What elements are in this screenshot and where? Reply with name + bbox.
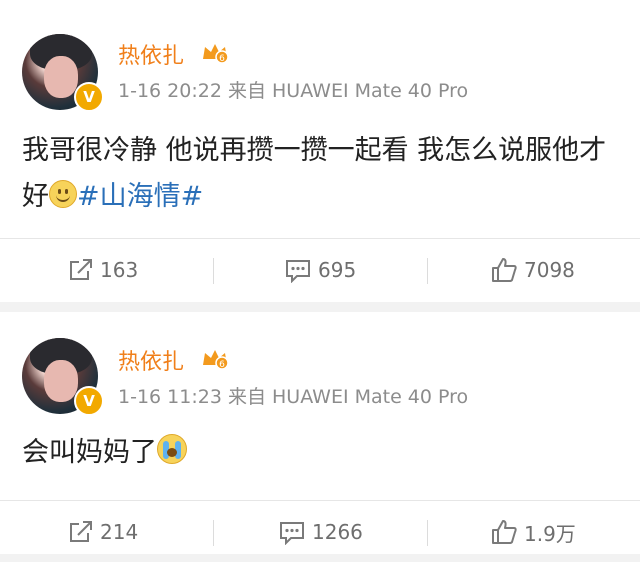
verified-badge-icon: V — [74, 82, 104, 112]
post-source: 来自 HUAWEI Mate 40 Pro — [227, 80, 469, 102]
svg-text:6: 6 — [219, 360, 225, 370]
separator — [213, 258, 214, 284]
author-name[interactable]: 热依扎 — [118, 344, 184, 376]
like-count: 7098 — [524, 258, 575, 282]
smile-emoji-icon — [49, 180, 77, 208]
weibo-post-2: V 热依扎 6 1-16 11:23 来自 HUAWEI Mate 40 Pro… — [0, 312, 640, 554]
post-meta: 1-16 20:22 来自 HUAWEI Mate 40 Pro — [118, 76, 468, 103]
author-name[interactable]: 热依扎 — [118, 38, 184, 70]
like-count: 1.9万 — [524, 521, 576, 546]
post-meta: 1-16 11:23 来自 HUAWEI Mate 40 Pro — [118, 382, 468, 409]
separator — [427, 258, 428, 284]
like-icon — [492, 520, 517, 544]
divider — [0, 238, 640, 239]
crown-badge-icon: 6 — [203, 44, 229, 64]
repost-icon — [70, 259, 92, 280]
comment-count: 1266 — [312, 520, 363, 544]
like-button[interactable]: 7098 — [490, 240, 575, 300]
repost-count: 214 — [100, 520, 139, 544]
like-icon — [492, 258, 517, 282]
post-text: 我哥很冷静 他说再攒一攒一起看 我怎么说服他才好 #山海情# — [22, 128, 622, 220]
crown-badge-icon: 6 — [203, 350, 229, 370]
timestamp: 1-16 20:22 — [118, 80, 222, 102]
like-button[interactable]: 1.9万 — [490, 502, 576, 562]
comment-button[interactable]: 1266 — [278, 502, 363, 562]
comment-icon — [280, 522, 304, 545]
timestamp: 1-16 11:23 — [118, 386, 222, 408]
post-text-content: 会叫妈妈了 — [22, 437, 157, 468]
action-bar: 214 1266 1.9万 — [0, 502, 640, 562]
repost-button[interactable]: 214 — [68, 502, 138, 562]
action-bar: 163 695 7098 — [0, 240, 640, 300]
comment-button[interactable]: 695 — [284, 240, 356, 300]
repost-icon — [70, 521, 92, 542]
post-source: 来自 HUAWEI Mate 40 Pro — [227, 386, 469, 408]
separator — [213, 520, 214, 546]
post-text: 会叫妈妈了 — [22, 430, 622, 476]
comment-count: 695 — [318, 258, 357, 282]
repost-count: 163 — [100, 258, 139, 282]
topic-link[interactable]: #山海情# — [77, 181, 203, 212]
svg-text:6: 6 — [219, 54, 225, 64]
comment-icon — [286, 260, 310, 283]
weibo-post-1: V 热依扎 6 1-16 20:22 来自 HUAWEI Mate 40 Pro… — [0, 0, 640, 302]
separator — [427, 520, 428, 546]
repost-button[interactable]: 163 — [68, 240, 138, 300]
divider — [0, 500, 640, 501]
verified-badge-icon: V — [74, 386, 104, 416]
crying-emoji-icon — [157, 434, 187, 464]
